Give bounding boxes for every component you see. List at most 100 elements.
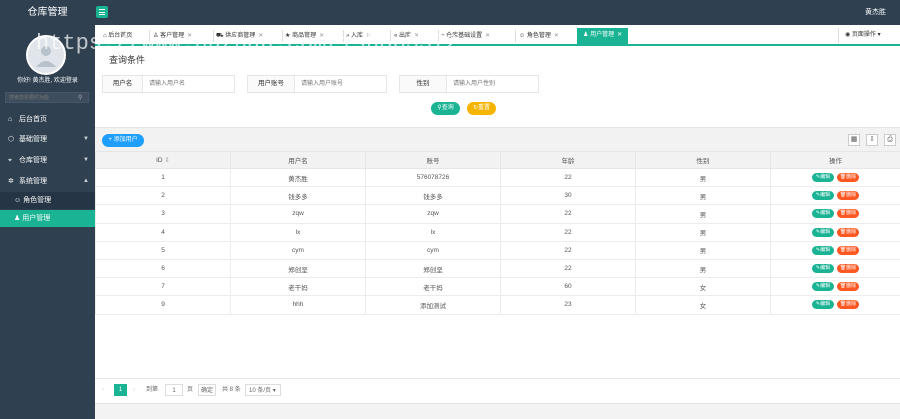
cell-actions: ✎编辑 🗑删除 xyxy=(770,295,900,315)
page-number-current[interactable]: 1 xyxy=(114,384,127,396)
table-row: 5 cym cym 22 男 ✎编辑 🗑删除 xyxy=(95,240,900,260)
cell-age: 22 xyxy=(500,204,636,224)
delete-button[interactable]: 🗑删除 xyxy=(837,282,859,292)
sidebar-item-home[interactable]: ⌂ 后台首页 xyxy=(0,109,95,130)
column-header-id[interactable]: ID ⇕ xyxy=(95,151,231,169)
reset-button[interactable]: ↻重置 xyxy=(467,102,496,115)
cell-id: 7 xyxy=(95,277,231,297)
edit-button[interactable]: ✎编辑 xyxy=(812,282,834,292)
main-content: 查询条件 用户名 用户账号 性别 ⚲查询 ↻重置 + 添加用户 ▦ ⇩ ⎙ ID… xyxy=(95,47,900,419)
column-header-age: 年龄 xyxy=(500,151,636,169)
cell-username: cym xyxy=(230,240,366,260)
sidebar-item-label: 仓库管理 xyxy=(18,157,47,164)
tab-roles[interactable]: ☺ 角色管理 ✕ xyxy=(519,29,559,44)
table-toolbar: + 添加用户 ▦ ⇩ ⎙ xyxy=(95,127,900,151)
confirm-page-button[interactable]: 确定 xyxy=(198,384,216,396)
next-page-icon[interactable]: › xyxy=(133,384,135,396)
close-icon[interactable]: ✕ xyxy=(485,33,490,39)
print-icon[interactable]: ⎙ xyxy=(884,134,896,146)
edit-button[interactable]: ✎编辑 xyxy=(812,300,834,310)
cell-account: cym xyxy=(365,240,501,260)
caret-down-icon: ▾ xyxy=(877,32,881,38)
delete-button[interactable]: 🗑删除 xyxy=(837,191,859,201)
user-icon: ♟ xyxy=(14,215,21,222)
table-header-row: ID ⇕ 用户名 账号 年龄 性别 操作 xyxy=(95,151,900,169)
chevron-down-icon: ▼ xyxy=(83,157,89,163)
reset-button-label: 重置 xyxy=(478,105,491,111)
delete-label: 删除 xyxy=(846,301,857,308)
cell-username: 黄杰胜 xyxy=(230,167,366,188)
delete-button[interactable]: 🗑删除 xyxy=(837,209,859,219)
column-header-account: 账号 xyxy=(365,151,501,169)
edit-button[interactable]: ✎编辑 xyxy=(812,227,834,237)
search-button-label: 查询 xyxy=(441,105,454,111)
sidebar-search-input[interactable] xyxy=(5,92,89,103)
page-size-value: 10 条/页 xyxy=(249,388,272,394)
sort-icon[interactable]: ⇕ xyxy=(164,157,169,164)
sidebar-subitem-users[interactable]: ♟ 用户管理 xyxy=(0,210,95,227)
cell-id: 1 xyxy=(95,167,231,188)
users-table: ID ⇕ 用户名 账号 年龄 性别 操作 1 黄杰胜 576078726 22 … xyxy=(95,151,900,315)
tab-label: 用户管理 xyxy=(590,32,615,38)
cell-age: 22 xyxy=(500,240,636,260)
search-button[interactable]: ⚲查询 xyxy=(431,102,460,115)
cell-account: lx xyxy=(365,222,501,242)
username-input[interactable] xyxy=(144,76,234,92)
delete-button[interactable]: 🗑删除 xyxy=(837,245,859,255)
edit-label: 编辑 xyxy=(820,283,831,290)
username-filter: 用户名 xyxy=(102,75,235,93)
account-input[interactable] xyxy=(296,76,386,92)
sidebar-item-label: 后台首页 xyxy=(18,116,47,123)
delete-label: 删除 xyxy=(846,192,857,199)
delete-button[interactable]: 🗑删除 xyxy=(837,173,859,183)
delete-button[interactable]: 🗑删除 xyxy=(837,300,859,310)
goto-label: 到第 xyxy=(146,387,159,393)
chevron-up-icon: ▲ xyxy=(83,178,89,184)
cell-actions: ✎编辑 🗑删除 xyxy=(770,204,900,224)
page-size-select[interactable]: 10 条/页 ▾ xyxy=(245,384,281,396)
gender-input[interactable] xyxy=(448,76,538,92)
cell-gender: 男 xyxy=(635,240,771,260)
delete-button[interactable]: 🗑删除 xyxy=(837,227,859,237)
column-header-username: 用户名 xyxy=(230,151,366,169)
add-user-button[interactable]: + 添加用户 xyxy=(102,134,144,147)
top-bar: 仓库管理 黄杰胜 xyxy=(0,0,900,25)
columns-filter-icon[interactable]: ▦ xyxy=(848,134,860,146)
cell-actions: ✎编辑 🗑删除 xyxy=(770,240,900,260)
sidebar-item-system[interactable]: ✲ 系统管理 ▲ xyxy=(0,171,95,192)
edit-button[interactable]: ✎编辑 xyxy=(812,264,834,274)
tab-users[interactable]: ♟ 用户管理 ✕ xyxy=(577,28,629,44)
menu-toggle-button[interactable] xyxy=(96,6,108,18)
delete-button[interactable]: 🗑删除 xyxy=(837,264,859,274)
export-icon[interactable]: ⇩ xyxy=(866,134,878,146)
close-icon[interactable]: ✕ xyxy=(617,32,622,38)
username-label: 用户名 xyxy=(103,76,143,92)
circle-dot-icon: ◉ xyxy=(845,32,851,38)
prev-page-icon[interactable]: ‹ xyxy=(102,384,104,396)
edit-label: 编辑 xyxy=(820,301,831,308)
top-user-name[interactable]: 黄杰胜 xyxy=(865,0,886,25)
tab-label: 角色管理 xyxy=(526,33,551,39)
sidebar-item-basic[interactable]: ⬡ 基础管理 ▼ xyxy=(0,129,95,150)
sidebar-item-label: 系统管理 xyxy=(18,178,47,185)
cell-age: 23 xyxy=(500,295,636,315)
sidebar-item-warehouse[interactable]: ⌖ 仓库管理 ▼ xyxy=(0,150,95,171)
edit-button[interactable]: ✎编辑 xyxy=(812,245,834,255)
cell-account: 钱多多 xyxy=(365,186,501,206)
cell-username: lx xyxy=(230,222,366,242)
close-icon[interactable]: ✕ xyxy=(554,33,559,39)
cell-gender: 男 xyxy=(635,186,771,206)
cell-gender: 男 xyxy=(635,167,771,188)
edit-button[interactable]: ✎编辑 xyxy=(812,191,834,201)
sidebar-subitem-roles[interactable]: ☺ 角色管理 xyxy=(0,192,95,209)
goto-page-input[interactable]: 1 xyxy=(165,384,183,396)
cell-username: 老干妈 xyxy=(230,277,366,297)
edit-button[interactable]: ✎编辑 xyxy=(812,173,834,183)
edit-button[interactable]: ✎编辑 xyxy=(812,209,834,219)
delete-label: 删除 xyxy=(846,210,857,217)
search-icon[interactable]: ⚲ xyxy=(78,94,86,102)
cell-age: 22 xyxy=(500,258,636,279)
cube-icon: ⬡ xyxy=(8,136,15,143)
page-operations-menu[interactable]: ◉ 页面操作 ▾ xyxy=(838,28,900,43)
cell-gender: 女 xyxy=(635,277,771,297)
